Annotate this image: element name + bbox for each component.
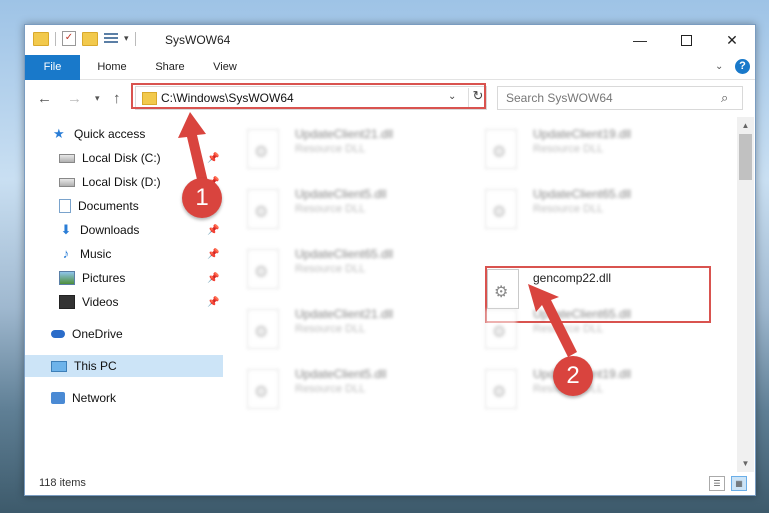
- step-2-callout: 2: [553, 356, 593, 396]
- step-1-callout: 1: [182, 178, 222, 218]
- arrow-1: [178, 112, 209, 188]
- annotation-arrows: [178, 112, 577, 357]
- arrow-2: [528, 284, 577, 357]
